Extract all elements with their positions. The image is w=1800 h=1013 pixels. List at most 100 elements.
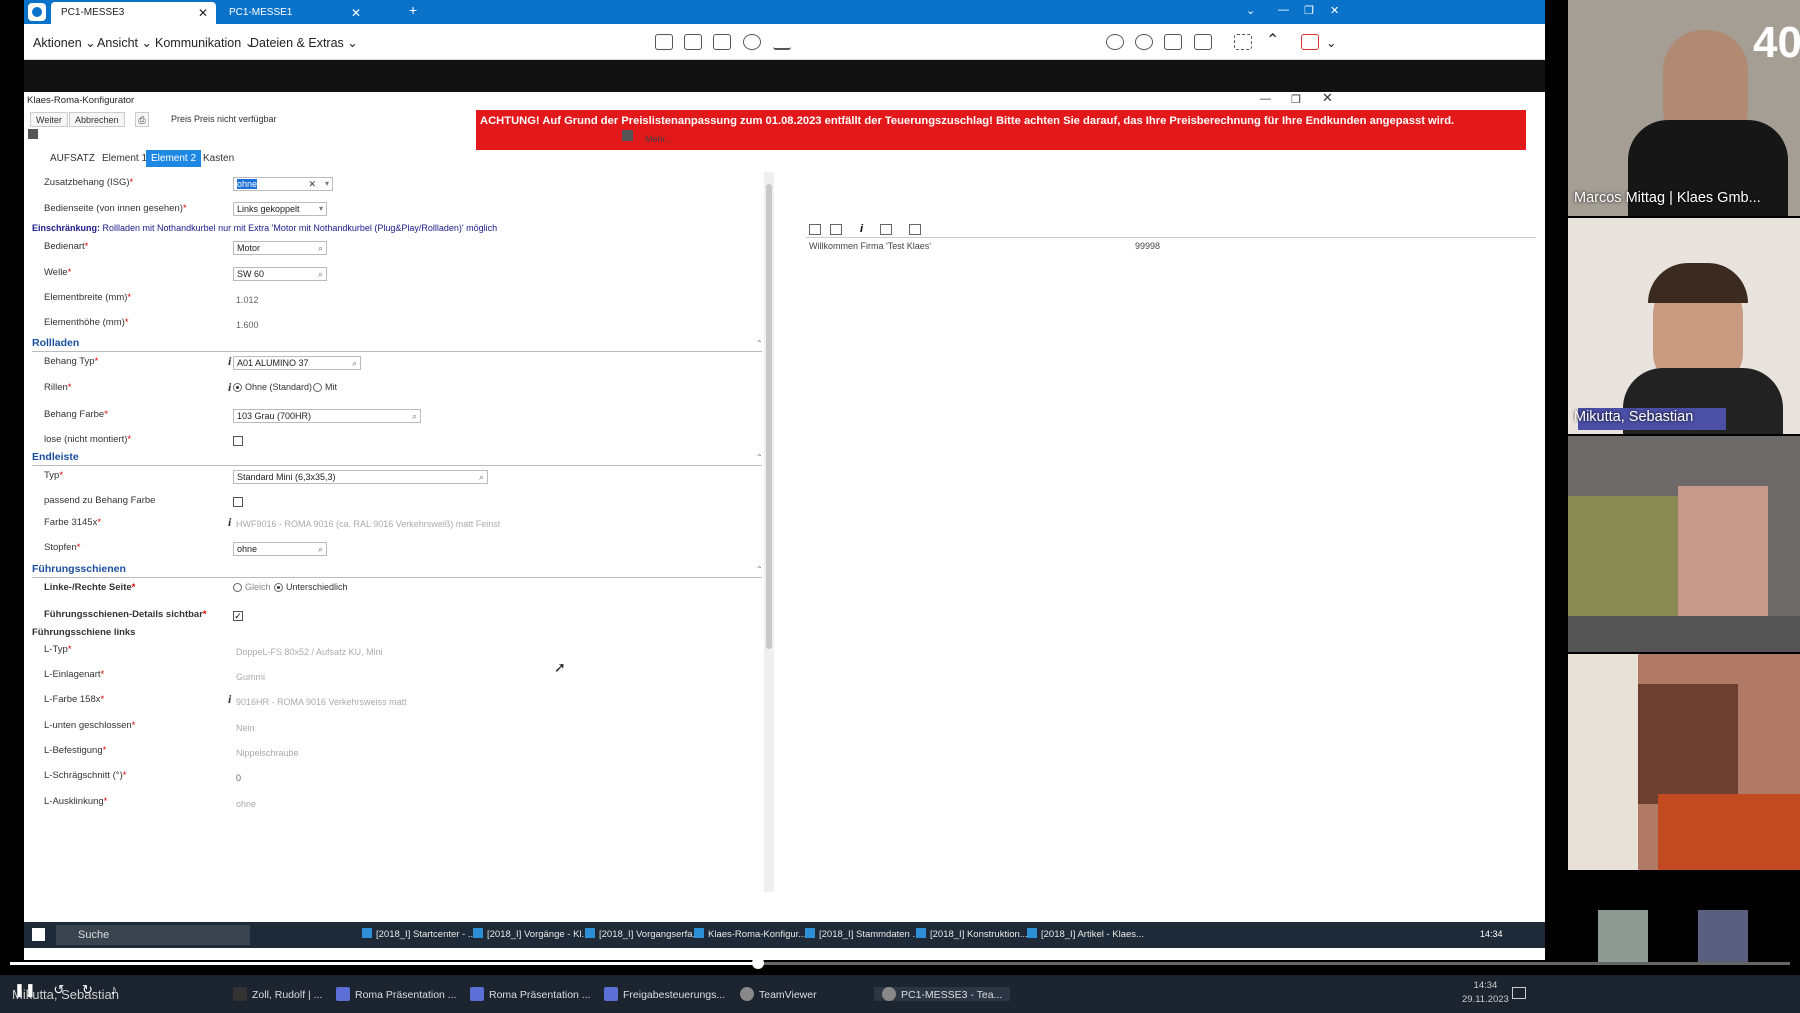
behang-typ-select[interactable]: A01 ALUMINO 37 ⌕ — [233, 356, 361, 370]
label-l-einlagenart: L-Einlagenart* — [44, 669, 105, 680]
pause-icon[interactable]: ❚❚ — [14, 982, 36, 997]
tab-element-1[interactable]: Element 1 — [97, 150, 152, 167]
end-session-icon[interactable] — [1301, 34, 1319, 50]
info-icon[interactable]: i — [860, 224, 872, 235]
tab-aufsatz[interactable]: AUFSATZ — [45, 150, 100, 167]
collapse-icon[interactable]: ⌃ — [756, 339, 763, 348]
taskbar-item[interactable]: [2018_I] Startcenter - ... — [362, 928, 476, 940]
passend-checkbox[interactable] — [233, 497, 243, 507]
bedienseite-select[interactable]: Links gekoppelt ▾ — [233, 202, 327, 216]
abbrechen-button[interactable]: Abbrechen — [69, 112, 125, 127]
fullscreen-icon[interactable] — [1234, 34, 1252, 50]
session-tab-pc1-messe1[interactable]: PC1-MESSE1 ✕ — [219, 2, 369, 24]
new-tab-icon[interactable]: + — [409, 2, 417, 18]
session-tab-pc1-messe3[interactable]: PC1-MESSE3 ✕ — [51, 2, 216, 24]
tab-element-2[interactable]: Element 2 — [146, 150, 202, 167]
whiteboard-icon[interactable] — [1164, 34, 1182, 50]
chevron-down-icon[interactable]: ⌄ — [1326, 35, 1336, 50]
more-link[interactable]: Mehr... — [645, 134, 673, 144]
host-taskbar-item-teamviewer[interactable]: TeamViewer — [740, 987, 817, 1001]
collapse-icon[interactable]: ⌃ — [756, 565, 763, 574]
section-fuehrungsschienen[interactable]: Führungsschienen — [32, 563, 126, 575]
statistics-icon[interactable] — [655, 34, 673, 50]
details-sichtbar-checkbox[interactable]: ✓ — [233, 611, 243, 621]
menu-dateien-extras[interactable]: Dateien & Extras ⌄ — [250, 35, 358, 50]
section-endleiste[interactable]: Endleiste — [32, 451, 79, 463]
record-icon[interactable] — [743, 34, 761, 50]
print-icon[interactable]: ⎙ — [135, 112, 149, 127]
tab-kasten[interactable]: Kasten — [198, 150, 239, 167]
restore-icon[interactable]: ❐ — [1304, 4, 1314, 17]
notifications-icon[interactable] — [1512, 987, 1526, 999]
video-progress-bar[interactable] — [10, 957, 1790, 969]
close-tab-icon[interactable]: ✕ — [351, 2, 361, 24]
seite-gleich-radio[interactable] — [233, 583, 242, 592]
lose-checkbox[interactable] — [233, 436, 243, 446]
taskbar-item[interactable]: [2018_I] Artikel - Klaes... — [1027, 928, 1144, 940]
back-arrow-icon[interactable] — [28, 129, 38, 139]
forward-icon[interactable]: ↻ — [82, 982, 93, 997]
host-taskbar-item[interactable]: Roma Präsentation ... — [470, 987, 591, 1001]
rillen-ohne-radio[interactable] — [233, 383, 242, 392]
info-icon[interactable]: i — [228, 354, 231, 369]
play-icon[interactable] — [622, 130, 633, 141]
chevron-down-icon[interactable]: ⌄ — [1246, 4, 1255, 17]
call-icon[interactable] — [1135, 34, 1153, 50]
remote-keyboard-icon[interactable] — [684, 34, 702, 50]
taskbar-item[interactable]: [2018_I] Stammdaten ... — [805, 928, 920, 940]
volume-icon[interactable]: ♪ — [110, 982, 117, 997]
chat-icon[interactable] — [1106, 34, 1124, 50]
rillen-mit-radio[interactable] — [313, 383, 322, 392]
video-progress-knob[interactable] — [751, 957, 764, 969]
host-taskbar-item[interactable]: Freigabesteuerungs... — [604, 987, 725, 1001]
taskbar-item-active[interactable]: Klaes-Roma-Konfigur... — [694, 928, 806, 940]
windows-start-icon[interactable] — [32, 928, 45, 941]
participant-tile[interactable]: 40 Marcos Mittag | Klaes Gmb... — [1568, 0, 1800, 216]
label-l-typ: L-Typ* — [44, 644, 72, 655]
close-window-icon[interactable]: ✕ — [1330, 4, 1339, 17]
behang-farbe-select[interactable]: 103 Grau (700HR) ⌕ — [233, 409, 421, 423]
participant-tile-blurred[interactable] — [1568, 436, 1800, 652]
welle-select[interactable]: SW 60 ⌕ — [233, 267, 327, 281]
scrollbar-thumb[interactable] — [766, 184, 772, 649]
seite-unterschiedlich-radio[interactable] — [274, 583, 283, 592]
screenshot-icon[interactable] — [1194, 34, 1212, 50]
participant-tile-blurred[interactable] — [1568, 654, 1800, 870]
collapse-icon[interactable]: ⌃ — [1266, 30, 1279, 50]
minimize-icon[interactable]: — — [1278, 4, 1289, 16]
zusatzbehang-select[interactable]: ohne ✕ ▾ — [233, 177, 333, 191]
restore-icon[interactable]: ❐ — [1291, 93, 1301, 106]
close-window-icon[interactable]: ✕ — [1322, 90, 1333, 106]
bedienart-select[interactable]: Motor ⌕ — [233, 241, 327, 255]
section-rollladen[interactable]: Rollladen — [32, 337, 79, 349]
menu-ansicht[interactable]: Ansicht ⌄ — [97, 35, 152, 50]
taskbar-search[interactable]: Suche — [56, 925, 250, 945]
info-icon[interactable]: i — [228, 380, 231, 395]
info-icon[interactable]: i — [228, 515, 231, 530]
info-icon[interactable]: i — [228, 692, 231, 707]
host-taskbar-item-active[interactable]: PC1-MESSE3 - Tea... — [874, 987, 1011, 1001]
image-icon[interactable] — [880, 224, 892, 235]
taskbar-item[interactable]: [2018_I] Vorgänge - Kl... — [473, 928, 589, 940]
menu-aktionen[interactable]: Aktionen ⌄ — [33, 35, 96, 50]
endleiste-typ-select[interactable]: Standard Mini (6,3x35,3) ⌕ — [233, 470, 488, 484]
host-taskbar-item[interactable]: Roma Präsentation ... — [336, 987, 457, 1001]
external-link-icon[interactable] — [909, 224, 921, 235]
search-icon: ⌕ — [317, 243, 323, 253]
participant-tile[interactable]: Mikutta, Sebastian — [1568, 218, 1800, 434]
download-icon[interactable] — [773, 34, 791, 50]
book-icon[interactable] — [830, 224, 842, 235]
stopfen-select[interactable]: ohne ⌕ — [233, 542, 327, 556]
rewind-icon[interactable]: ↺ — [53, 982, 64, 997]
calendar-icon[interactable] — [809, 224, 821, 235]
collapse-icon[interactable]: ⌃ — [756, 453, 763, 462]
file-transfer-icon[interactable] — [713, 34, 731, 50]
taskbar-item[interactable]: [2018_I] Vorgangserfa... — [585, 928, 700, 940]
minimize-icon[interactable]: — — [1260, 93, 1271, 105]
weiter-button[interactable]: Weiter — [30, 112, 68, 127]
form-scrollbar[interactable] — [764, 172, 774, 892]
close-tab-icon[interactable]: ✕ — [198, 2, 208, 24]
host-taskbar-item[interactable]: Zoll, Rudolf | ... — [233, 987, 322, 1001]
menu-kommunikation[interactable]: Kommunikation ⌄ — [155, 35, 255, 50]
taskbar-item[interactable]: [2018_I] Konstruktion... — [916, 928, 1028, 940]
